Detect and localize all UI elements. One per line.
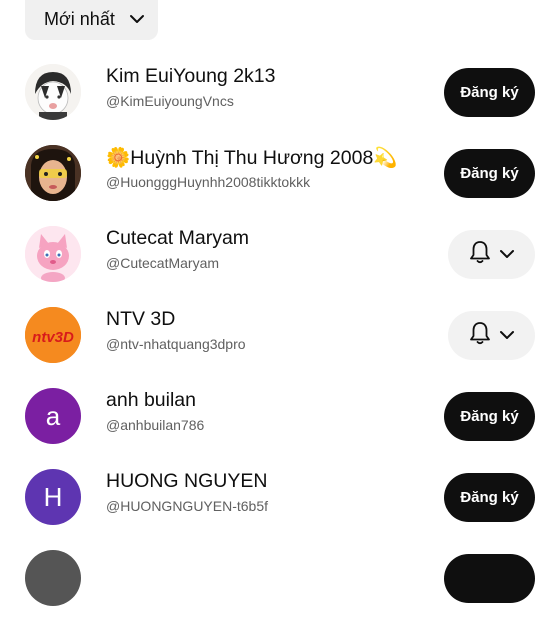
bell-icon <box>469 321 491 350</box>
avatar[interactable] <box>25 64 81 120</box>
avatar[interactable]: ntv3D <box>25 307 81 363</box>
channel-handle: @HuongggHuynhh2008tikktokkk <box>106 174 311 190</box>
subscribe-button[interactable]: Đăng ký <box>444 68 535 117</box>
avatar[interactable] <box>25 145 81 201</box>
channel-name[interactable]: Cutecat Maryam <box>106 227 249 250</box>
avatar[interactable] <box>25 226 81 282</box>
channel-handle: @CutecatMaryam <box>106 255 220 271</box>
channel-name[interactable]: anh builan <box>106 389 196 412</box>
sort-label: Mới nhất <box>44 8 115 29</box>
channel-row[interactable]: 🌼Huỳnh Thị Thu Hương 2008💫 @HuongggHuynh… <box>0 133 560 214</box>
subscribe-button[interactable]: Đăng ký <box>444 392 535 441</box>
channel-row[interactable]: H HUONG NGUYEN @HUONGNGUYEN-t6b5f Đăng k… <box>0 457 560 538</box>
channel-row[interactable]: ntv3D NTV 3D @ntv-nhatquang3dpro <box>0 295 560 376</box>
chevron-down-icon <box>499 327 515 345</box>
channel-row-partial[interactable] <box>0 538 560 619</box>
ntv-logo-text: ntv3D <box>32 329 74 346</box>
subscribe-button[interactable]: Đăng ký <box>444 149 535 198</box>
chevron-down-icon <box>129 14 145 24</box>
avatar[interactable]: H <box>25 469 81 525</box>
channel-name[interactable]: HUONG NGUYEN <box>106 470 267 493</box>
channel-name[interactable]: Kim EuiYoung 2k13 <box>106 65 275 88</box>
avatar-letter: a <box>45 400 61 431</box>
channel-name[interactable]: NTV 3D <box>106 308 175 331</box>
channel-row[interactable]: Kim EuiYoung 2k13 @KimEuiyoungVncs Đăng … <box>0 52 560 133</box>
bell-icon <box>469 240 491 269</box>
channel-row[interactable]: a anh builan @anhbuilan786 Đăng ký <box>0 376 560 457</box>
channel-handle: @anhbuilan786 <box>106 417 205 433</box>
channel-handle: @KimEuiyoungVncs <box>106 93 234 109</box>
avatar[interactable] <box>25 550 81 606</box>
subscribe-button[interactable]: Đăng ký <box>444 473 535 522</box>
channel-handle: @HUONGNGUYEN-t6b5f <box>106 498 269 514</box>
notification-bell-button[interactable] <box>448 230 535 279</box>
channel-row[interactable]: Cutecat Maryam @CutecatMaryam <box>0 214 560 295</box>
avatar-letter: H <box>43 481 63 512</box>
avatar[interactable]: a <box>25 388 81 444</box>
notification-bell-button[interactable] <box>448 311 535 360</box>
chevron-down-icon <box>499 246 515 264</box>
channel-handle: @ntv-nhatquang3dpro <box>106 336 246 352</box>
channel-name[interactable]: 🌼Huỳnh Thị Thu Hương 2008💫 <box>106 146 398 170</box>
sort-dropdown[interactable]: Mới nhất <box>25 0 158 40</box>
subscribe-button[interactable] <box>444 554 535 603</box>
